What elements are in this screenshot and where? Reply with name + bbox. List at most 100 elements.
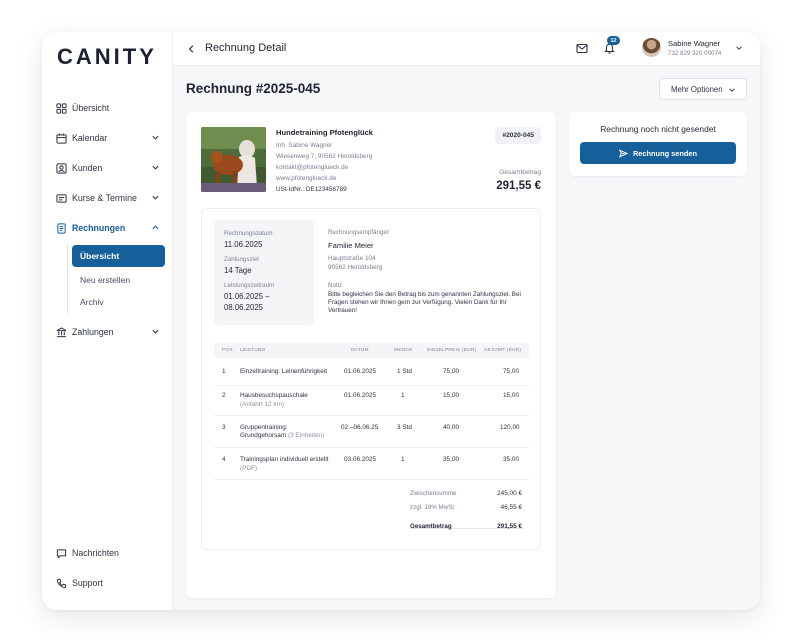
row-qty: 1	[401, 392, 405, 399]
row-total: 15,00	[503, 392, 519, 399]
chevron-down-icon	[152, 135, 159, 140]
sidebar-item-messages[interactable]: Nachrichten	[56, 542, 160, 564]
recipient-city: 90562 Heroldsberg	[328, 264, 383, 271]
col-pos: POS	[222, 348, 233, 353]
period-start: 01.06.2025 –	[224, 292, 270, 301]
grand-total-value: 291,55 €	[497, 523, 522, 530]
company-address: Wiesenweg 7, 90562 Heroldsberg	[276, 153, 373, 160]
col-date: DATUM	[351, 348, 369, 353]
chat-icon	[56, 548, 67, 559]
company-photo	[201, 127, 266, 192]
due-value: 14 Tage	[224, 266, 252, 275]
chevron-down-icon	[152, 195, 159, 200]
courses-icon	[56, 193, 67, 204]
row-unit-price: 15,00	[443, 392, 459, 399]
sidebar-item-overview[interactable]: Übersicht	[56, 97, 160, 119]
chevron-down-icon	[152, 165, 159, 170]
sidebar: CANITY Übersicht Kalendar Kunden Kurse &…	[42, 32, 173, 610]
row-service: Trainingsplan individuell erstellt	[240, 456, 329, 463]
vat-label: zzgl. 19% MwSt	[410, 504, 455, 511]
table-row: 1 Einzeltraining: Leinenführigkeit 01.06…	[214, 360, 529, 386]
invoice-meta-box: Rechnungsdatum 11.06.2025 Zahlungsziel 1…	[214, 220, 314, 325]
sidebar-item-payments[interactable]: Zahlungen	[56, 321, 160, 343]
user-name: Sabine Wagner	[668, 39, 721, 48]
period-end: 08.06.2025	[224, 303, 264, 312]
sidebar-item-customers[interactable]: Kunden	[56, 157, 160, 179]
subtotal-label: Zwischensumme	[410, 490, 457, 497]
col-unit-price: EINZELPREIS (EUR)	[427, 348, 477, 353]
send-status: Rechnung noch nicht gesendet	[600, 124, 716, 134]
invoice-icon	[56, 222, 67, 234]
company-email: kontakt@pfotenglueck.de	[276, 164, 349, 171]
subtotal-value: 245,00 €	[497, 490, 522, 497]
items-table-header: POS LEISTUNG DATUM MENGE EINZELPREIS (EU…	[214, 343, 529, 358]
row-service-detail: (PDF)	[240, 465, 258, 472]
app-window: CANITY Übersicht Kalendar Kunden Kurse &…	[42, 32, 760, 610]
row-total: 120,00	[500, 424, 520, 431]
row-date: 03.06.2025	[344, 456, 376, 463]
recipient-label: Rechnungsempfänger	[328, 229, 389, 236]
avatar[interactable]	[642, 38, 661, 57]
row-service-line2: Grundgehorsam	[240, 432, 287, 439]
row-service: Hausbesuchspauschale	[240, 392, 308, 399]
grand-total-label: Gesamtbetrag	[410, 523, 452, 530]
vat-value: 46,55 €	[500, 504, 522, 511]
subnav-item-archive[interactable]: Archiv	[72, 291, 165, 313]
company-vat-id: USt-IdNr.: DE123456789	[276, 186, 347, 193]
topbar: Rechnung Detail 12 Sabine Wagner 732 829…	[173, 32, 760, 66]
user-card-icon	[56, 162, 67, 174]
row-date: 01.06.2025	[344, 368, 376, 375]
send-invoice-button[interactable]: Rechnung senden	[580, 142, 736, 164]
row-total: 75,00	[503, 368, 519, 375]
sidebar-item-calendar[interactable]: Kalendar	[56, 127, 160, 149]
sidebar-item-label: Support	[72, 578, 103, 588]
more-options-button[interactable]: Mehr Optionen	[659, 78, 747, 100]
sidebar-item-label: Kurse & Termine	[72, 193, 137, 203]
subnav-item-overview[interactable]: Übersicht	[72, 245, 165, 267]
row-pos: 1	[222, 368, 226, 375]
table-row: 2 Hausbesuchspauschale (Anfahrt 12 km) 0…	[214, 386, 529, 416]
col-total: GESAMT (EUR)	[484, 348, 522, 353]
invoice-heading: Rechnung #2025-045	[186, 81, 321, 96]
row-qty: 1	[401, 456, 405, 463]
total-value: 291,55 €	[496, 180, 541, 192]
phone-icon	[56, 578, 67, 589]
sidebar-item-invoices[interactable]: Rechnungen	[56, 217, 160, 239]
send-panel: Rechnung noch nicht gesendet Rechnung se…	[569, 112, 747, 176]
bank-icon	[56, 326, 67, 338]
row-service-detail: (Anfahrt 12 km)	[240, 401, 285, 408]
row-total: 35,00	[503, 456, 519, 463]
row-pos: 4	[222, 456, 226, 463]
row-service: Einzeltraining: Leinenführigkeit	[240, 368, 328, 375]
send-button-label: Rechnung senden	[632, 148, 698, 158]
sidebar-item-support[interactable]: Support	[56, 572, 160, 594]
company-name: Hundetraining Pfotenglück	[276, 128, 374, 137]
mail-icon[interactable]	[576, 43, 588, 54]
company-website: www.pfotenglueck.de	[276, 175, 337, 182]
calendar-icon	[56, 132, 67, 144]
invoice-number-badge: #2020-045	[495, 127, 541, 144]
row-service: Gruppentraining:	[240, 424, 288, 431]
row-unit-price: 35,00	[443, 456, 459, 463]
chevron-down-icon[interactable]	[735, 44, 743, 52]
invoice-date-label: Rechnungsdatum	[224, 230, 273, 237]
row-pos: 2	[222, 392, 226, 399]
user-phone: 732 829 320 00074	[668, 50, 722, 57]
row-date: 01.06.2025	[344, 392, 376, 399]
recipient-street: Hauptstraße 104	[328, 255, 376, 262]
table-row: 3 Gruppentraining: Grundgehorsam (3 Einh…	[214, 416, 529, 448]
chevron-down-icon	[152, 329, 159, 334]
chevron-left-icon[interactable]	[187, 44, 196, 54]
sidebar-item-label: Kunden	[72, 163, 103, 173]
row-unit-price: 75,00	[443, 368, 459, 375]
col-service: LEISTUNG	[240, 348, 266, 353]
row-service-detail: (3 Einheiten)	[287, 432, 325, 439]
sidebar-item-label: Kalendar	[72, 133, 108, 143]
invoice-date: 11.06.2025	[224, 240, 263, 249]
sidebar-item-courses[interactable]: Kurse & Termine	[56, 187, 160, 209]
more-options-label: Mehr Optionen	[671, 84, 723, 94]
logo: CANITY	[57, 44, 157, 69]
row-qty: 1 Std	[397, 368, 412, 375]
subnav-divider	[67, 244, 68, 314]
subnav-item-create[interactable]: Neu erstellen	[72, 269, 165, 291]
